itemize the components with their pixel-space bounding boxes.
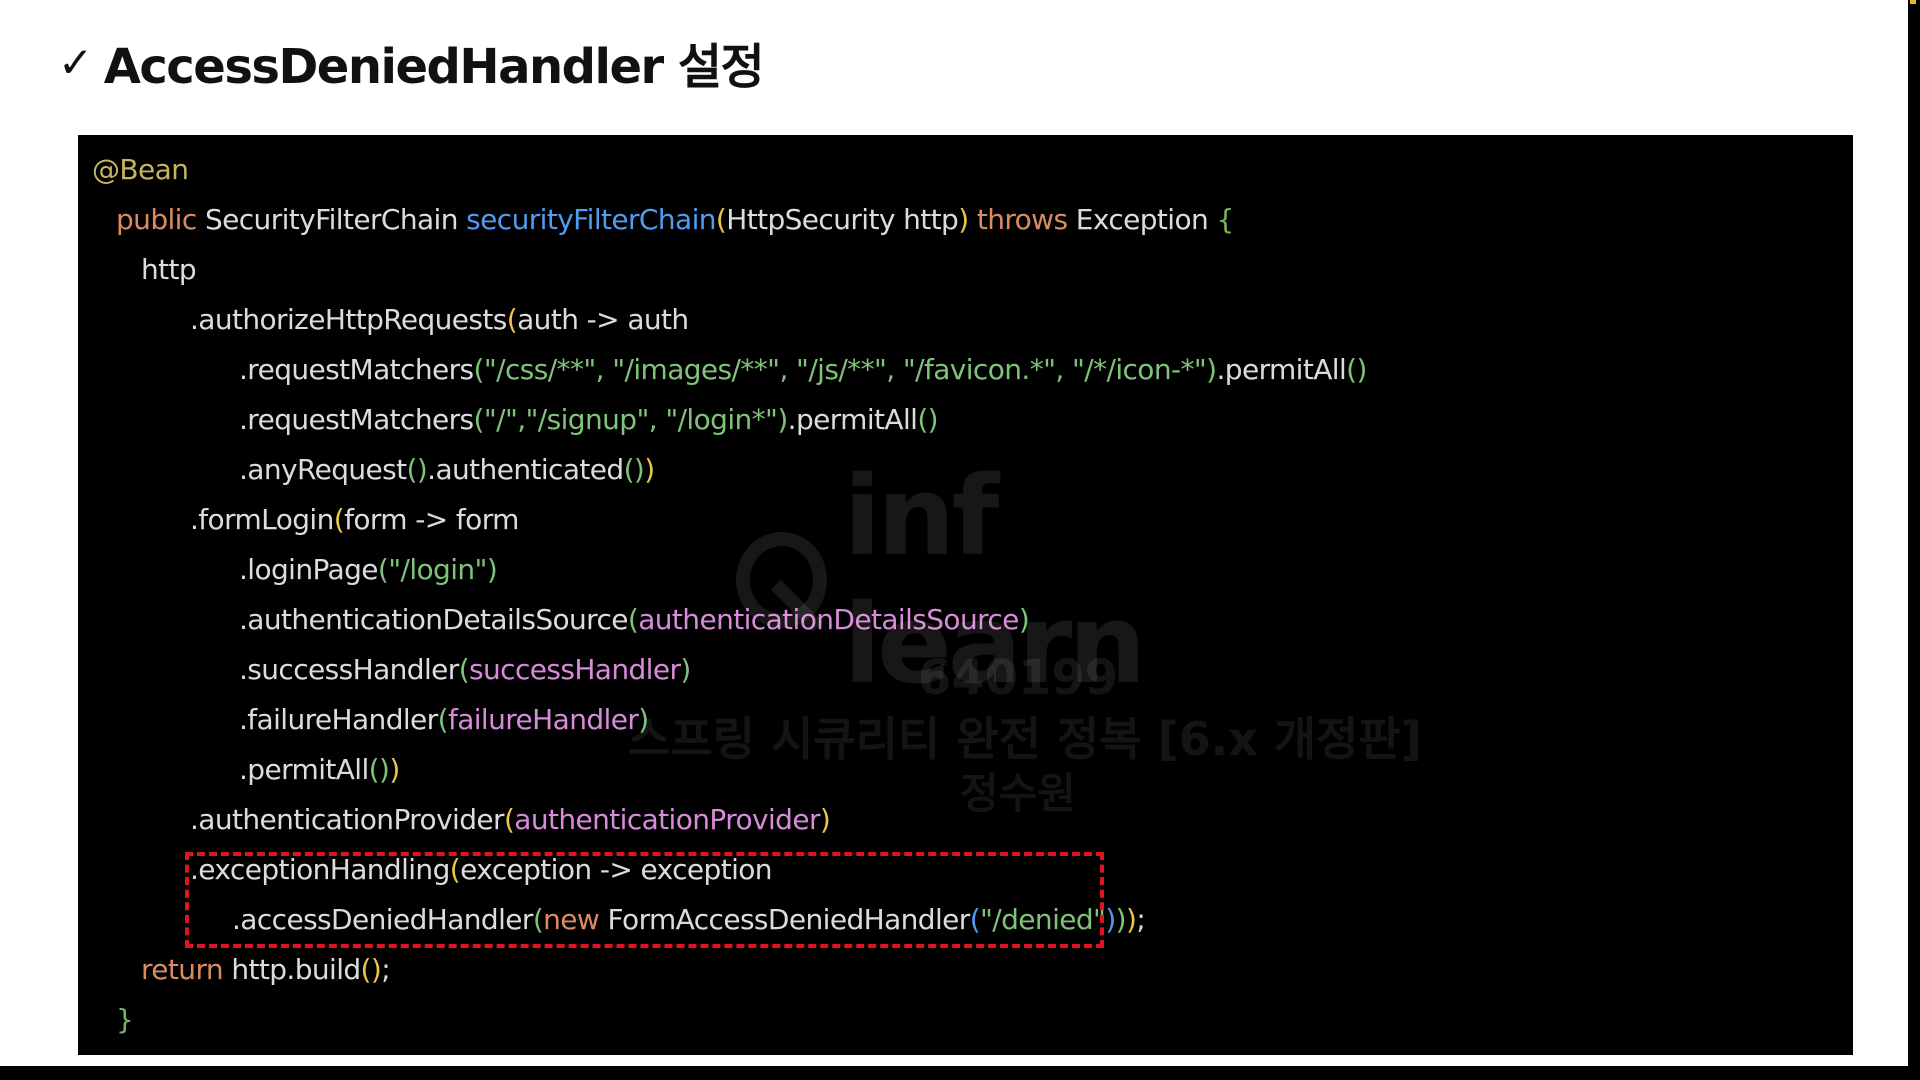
static-paths: "/css/**", "/images/**", "/js/**", "/fav…	[483, 353, 1207, 386]
code-line-11: .successHandler(successHandler)	[239, 653, 691, 686]
code-line-14: .authenticationProvider(authenticationPr…	[190, 803, 831, 836]
check-mark-icon: ✓	[58, 37, 93, 87]
form-login-call: .formLogin	[190, 503, 334, 536]
slide-title-text: AccessDeniedHandler 설정	[103, 39, 765, 95]
permit-all-call: .permitAll	[239, 753, 369, 786]
exception-handling-highlight-box	[185, 852, 1104, 948]
watermark-course: 스프링 시큐리티 완전 정복 [6.x 개정판]	[628, 712, 1422, 766]
request-matchers-call: .requestMatchers	[239, 353, 474, 386]
authorize-call: .authorizeHttpRequests	[190, 303, 507, 336]
code-line-2: public SecurityFilterChain securityFilte…	[116, 203, 1234, 236]
keyword-public: public	[116, 203, 197, 236]
code-block: @Bean public SecurityFilterChain securit…	[78, 135, 1853, 1055]
request-matchers-call: .requestMatchers	[239, 403, 474, 436]
details-source-call: .authenticationDetailsSource	[239, 603, 628, 636]
authenticated-call: .authenticated	[427, 453, 624, 486]
auth-lambda: auth -> auth	[517, 303, 689, 336]
exception-type: Exception	[1067, 203, 1217, 236]
keyword-throws: throws	[976, 203, 1068, 236]
code-line-3: http	[141, 250, 197, 290]
code-line-13: .permitAll())	[239, 753, 400, 786]
code-line-18: }	[116, 1000, 134, 1040]
details-source-arg: authenticationDetailsSource	[638, 603, 1019, 636]
code-line-5: .requestMatchers("/css/**", "/images/**"…	[239, 353, 1367, 386]
return-type: SecurityFilterChain	[196, 203, 467, 236]
method-param: HttpSecurity http	[726, 203, 959, 236]
http-var: http	[141, 253, 197, 286]
code-line-7: .anyRequest().authenticated())	[239, 453, 655, 486]
permit-all-call: .permitAll	[1216, 353, 1347, 386]
corner-mark	[1910, 0, 1916, 4]
permit-all-call: .permitAll	[787, 403, 918, 436]
failure-handler-arg: failureHandler	[447, 703, 639, 736]
keyword-return: return	[141, 953, 224, 986]
auth-provider-call: .authenticationProvider	[190, 803, 505, 836]
login-path: "/login"	[388, 553, 487, 586]
success-handler-arg: successHandler	[469, 653, 681, 686]
build-call: http.build	[223, 953, 361, 986]
auth-provider-arg: authenticationProvider	[514, 803, 820, 836]
slide-title: ✓ AccessDeniedHandler 설정	[58, 30, 765, 96]
code-line-6: .requestMatchers("/","/signup", "/login*…	[239, 403, 939, 436]
page-paths: "/","/signup", "/login*"	[483, 403, 778, 436]
any-request-call: .anyRequest	[239, 453, 407, 486]
failure-handler-call: .failureHandler	[239, 703, 438, 736]
code-line-12: .failureHandler(failureHandler)	[239, 703, 649, 736]
success-handler-call: .successHandler	[239, 653, 459, 686]
code-line-8: .formLogin(form -> form	[190, 503, 519, 536]
code-line-17: return http.build();	[141, 953, 391, 986]
code-line-10: .authenticationDetailsSource(authenticat…	[239, 603, 1030, 636]
code-line-4: .authorizeHttpRequests(auth -> auth	[190, 303, 689, 336]
watermark-id: 640199	[917, 650, 1119, 706]
watermark-logo-text: inf learn	[843, 452, 1146, 708]
code-line-1: @Bean	[92, 150, 189, 190]
bottom-black-border	[0, 1066, 1920, 1080]
slide: ✓ AccessDeniedHandler 설정 @Bean public Se…	[0, 0, 1908, 1066]
right-black-border	[1908, 0, 1920, 1080]
annotation: @Bean	[92, 153, 189, 186]
code-line-9: .loginPage("/login")	[239, 553, 498, 586]
method-name: securityFilterChain	[466, 203, 716, 236]
login-page-call: .loginPage	[239, 553, 379, 586]
closing-brace: }	[116, 1003, 134, 1036]
form-lambda: form -> form	[344, 503, 519, 536]
